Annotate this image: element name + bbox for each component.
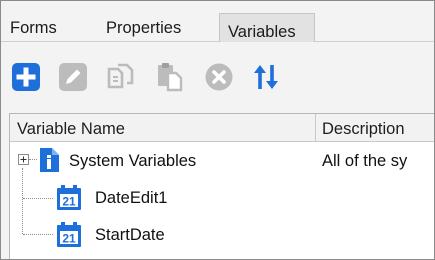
- variables-panel: Forms Properties Variables Variable Name…: [0, 0, 435, 260]
- column-separator[interactable]: [315, 114, 316, 141]
- table-row[interactable]: 21 DateEdit1: [10, 180, 434, 216]
- tab-properties[interactable]: Properties: [106, 19, 181, 38]
- column-header-description[interactable]: Description: [322, 120, 405, 139]
- calendar-day-label: 21: [62, 232, 76, 246]
- table-row[interactable]: System Variables All of the sy: [10, 143, 434, 179]
- column-header-variable-name[interactable]: Variable Name: [17, 120, 125, 139]
- toolbar: [1, 42, 434, 113]
- calendar-day-label: 21: [62, 195, 76, 209]
- variable-name: DateEdit1: [95, 189, 168, 207]
- add-icon[interactable]: [11, 62, 41, 92]
- edit-icon[interactable]: [58, 62, 88, 92]
- table-row[interactable]: 21 StartDate: [10, 217, 434, 253]
- variable-description: All of the sy: [322, 152, 408, 170]
- paste-icon[interactable]: [155, 62, 185, 92]
- calendar-icon: 21: [57, 222, 81, 247]
- tab-variables[interactable]: Variables: [219, 13, 315, 43]
- info-document-icon: [40, 148, 59, 172]
- variables-grid: Variable Name Description System Variabl…: [9, 113, 434, 259]
- variable-name: StartDate: [95, 226, 165, 244]
- calendar-icon: 21: [57, 185, 81, 210]
- sort-icon[interactable]: [251, 62, 281, 92]
- variable-name: System Variables: [69, 152, 197, 170]
- tab-bar: Forms Properties Variables: [1, 1, 434, 43]
- expand-icon[interactable]: [18, 154, 29, 165]
- tab-forms[interactable]: Forms: [10, 19, 57, 38]
- delete-icon[interactable]: [204, 62, 234, 92]
- grid-header: Variable Name Description: [10, 114, 434, 142]
- copy-icon[interactable]: [106, 62, 136, 92]
